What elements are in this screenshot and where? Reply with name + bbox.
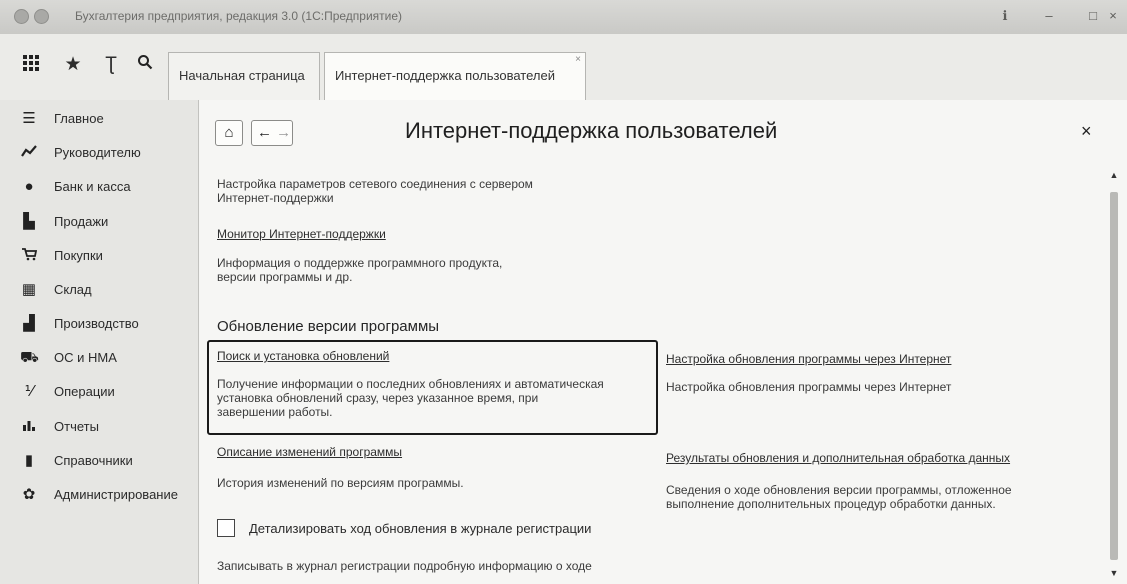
- percent-icon: ⅟: [24, 383, 34, 400]
- arrow-left-icon[interactable]: ←: [257, 124, 272, 141]
- monitor-link[interactable]: Монитор Интернет-поддержки: [217, 227, 386, 241]
- history-icon[interactable]: Ʈ: [100, 54, 122, 76]
- bag-icon: ▙: [23, 213, 35, 230]
- search-icon[interactable]: [134, 54, 156, 76]
- update-results-text: Сведения о ходе обновления версии програ…: [666, 483, 1012, 497]
- toolbar: ★ Ʈ Начальная страница Интернет-поддержк…: [0, 34, 1127, 101]
- window-titlebar: Бухгалтерия предприятия, редакция 3.0 (1…: [0, 0, 1127, 35]
- update-results-link[interactable]: Результаты обновления и дополнительная о…: [666, 451, 1010, 465]
- home-icon: ⌂: [224, 124, 234, 141]
- network-settings-text: Интернет-поддержки: [217, 191, 334, 205]
- sidebar-item-label: Администрирование: [54, 487, 178, 502]
- sidebar-item-directories[interactable]: ▮ Справочники: [0, 448, 198, 474]
- maximize-icon[interactable]: □: [1084, 8, 1102, 23]
- network-settings-text: Настройка параметров сетевого соединения…: [217, 177, 533, 191]
- sidebar-item-label: Производство: [54, 316, 139, 331]
- internet-update-settings-text: Настройка обновления программы через Инт…: [666, 380, 952, 394]
- sidebar-item-purchases[interactable]: Покупки: [0, 243, 198, 269]
- log-description-text: Записывать в журнал регистрации подробну…: [217, 559, 592, 573]
- sidebar: ☰ Главное Руководителю ● Банк и касса ▙ …: [0, 100, 199, 584]
- close-icon[interactable]: ×: [1081, 121, 1092, 142]
- sidebar-item-reports[interactable]: Отчеты: [0, 414, 198, 440]
- scroll-up-icon[interactable]: ▲: [1107, 170, 1121, 180]
- tab-label: Интернет-поддержка пользователей: [335, 68, 555, 83]
- nav-back-forward: ← →: [251, 120, 293, 146]
- sidebar-item-label: Склад: [54, 282, 92, 297]
- sidebar-item-label: Отчеты: [54, 419, 99, 434]
- apps-grid-icon[interactable]: [20, 54, 42, 76]
- scroll-thumb[interactable]: [1110, 192, 1118, 560]
- tab-internet-support[interactable]: Интернет-поддержка пользователей ×: [324, 52, 586, 100]
- sidebar-item-label: Справочники: [54, 453, 133, 468]
- sidebar-item-administration[interactable]: ✿ Администрирование: [0, 482, 198, 508]
- page-title: Интернет-поддержка пользователей: [405, 118, 778, 143]
- minimize-icon[interactable]: –: [1040, 8, 1058, 23]
- update-results-text: выполнение дополнительных процедур обраб…: [666, 497, 996, 511]
- menu-icon: ☰: [22, 110, 36, 127]
- monitor-description: версии программы и др.: [217, 270, 353, 284]
- tab-home-page[interactable]: Начальная страница: [168, 52, 320, 100]
- sidebar-item-production[interactable]: ▟ Производство: [0, 311, 198, 337]
- warehouse-icon: ▦: [21, 281, 37, 298]
- search-updates-link[interactable]: Поиск и установка обновлений: [217, 349, 389, 363]
- internet-update-settings-link[interactable]: Настройка обновления программы через Инт…: [666, 352, 951, 366]
- truck-icon: ⛟: [20, 349, 39, 366]
- window-title: Бухгалтерия предприятия, редакция 3.0 (1…: [75, 9, 403, 23]
- sidebar-item-label: Покупки: [54, 248, 103, 263]
- sidebar-item-label: ОС и НМА: [54, 350, 117, 365]
- sidebar-item-label: Продажи: [54, 214, 109, 229]
- monitor-description: Информация о поддержке программного прод…: [217, 256, 503, 270]
- detail-log-checkbox[interactable]: [217, 519, 235, 537]
- cart-icon: [20, 247, 38, 265]
- info-icon[interactable]: ℹ: [996, 8, 1014, 24]
- gear-icon: ✿: [22, 486, 36, 503]
- sidebar-item-warehouse[interactable]: ▦ Склад: [0, 277, 198, 303]
- sidebar-item-operations[interactable]: ⅟ Операции: [0, 379, 198, 405]
- main-content: ⌂ ← → Интернет-поддержка пользователей ×…: [199, 100, 1127, 584]
- sidebar-item-fixed-assets[interactable]: ⛟ ОС и НМА: [0, 345, 198, 371]
- sidebar-item-bank[interactable]: ● Банк и касса: [0, 174, 198, 200]
- factory-icon: ▟: [23, 315, 35, 332]
- trend-icon: [20, 144, 38, 162]
- window-close-icon[interactable]: ×: [1104, 8, 1122, 23]
- book-icon: ▮: [24, 452, 34, 469]
- section-title: Обновление версии программы: [217, 318, 440, 335]
- app-logo-icon: [14, 9, 29, 24]
- detail-log-checkbox-label[interactable]: Детализировать ход обновления в журнале …: [249, 521, 591, 536]
- tab-close-icon[interactable]: ×: [575, 37, 581, 83]
- bar-chart-icon: [20, 418, 38, 436]
- sidebar-item-manager[interactable]: Руководителю: [0, 140, 198, 166]
- app-menu-icon[interactable]: [34, 9, 49, 24]
- search-updates-description: Получение информации о последних обновле…: [217, 377, 604, 391]
- home-button[interactable]: ⌂: [215, 120, 243, 146]
- sidebar-item-sales[interactable]: ▙ Продажи: [0, 209, 198, 235]
- arrow-right-icon[interactable]: →: [276, 124, 291, 141]
- vertical-scrollbar[interactable]: ▲ ▼: [1107, 170, 1121, 578]
- tab-label: Начальная страница: [179, 68, 305, 83]
- coin-icon: ●: [24, 178, 34, 195]
- sidebar-item-label: Банк и касса: [54, 179, 131, 194]
- sidebar-item-label: Операции: [54, 384, 115, 399]
- search-updates-description: установка обновлений сразу, через указан…: [217, 391, 539, 405]
- sidebar-item-label: Главное: [54, 111, 104, 126]
- changes-description-link[interactable]: Описание изменений программы: [217, 445, 402, 459]
- sidebar-item-label: Руководителю: [54, 145, 141, 160]
- scroll-down-icon[interactable]: ▼: [1107, 568, 1121, 578]
- changes-description-text: История изменений по версиям программы.: [217, 476, 464, 490]
- sidebar-item-main[interactable]: ☰ Главное: [0, 106, 198, 132]
- search-updates-description: завершении работы.: [217, 405, 333, 419]
- favorites-star-icon[interactable]: ★: [62, 54, 84, 76]
